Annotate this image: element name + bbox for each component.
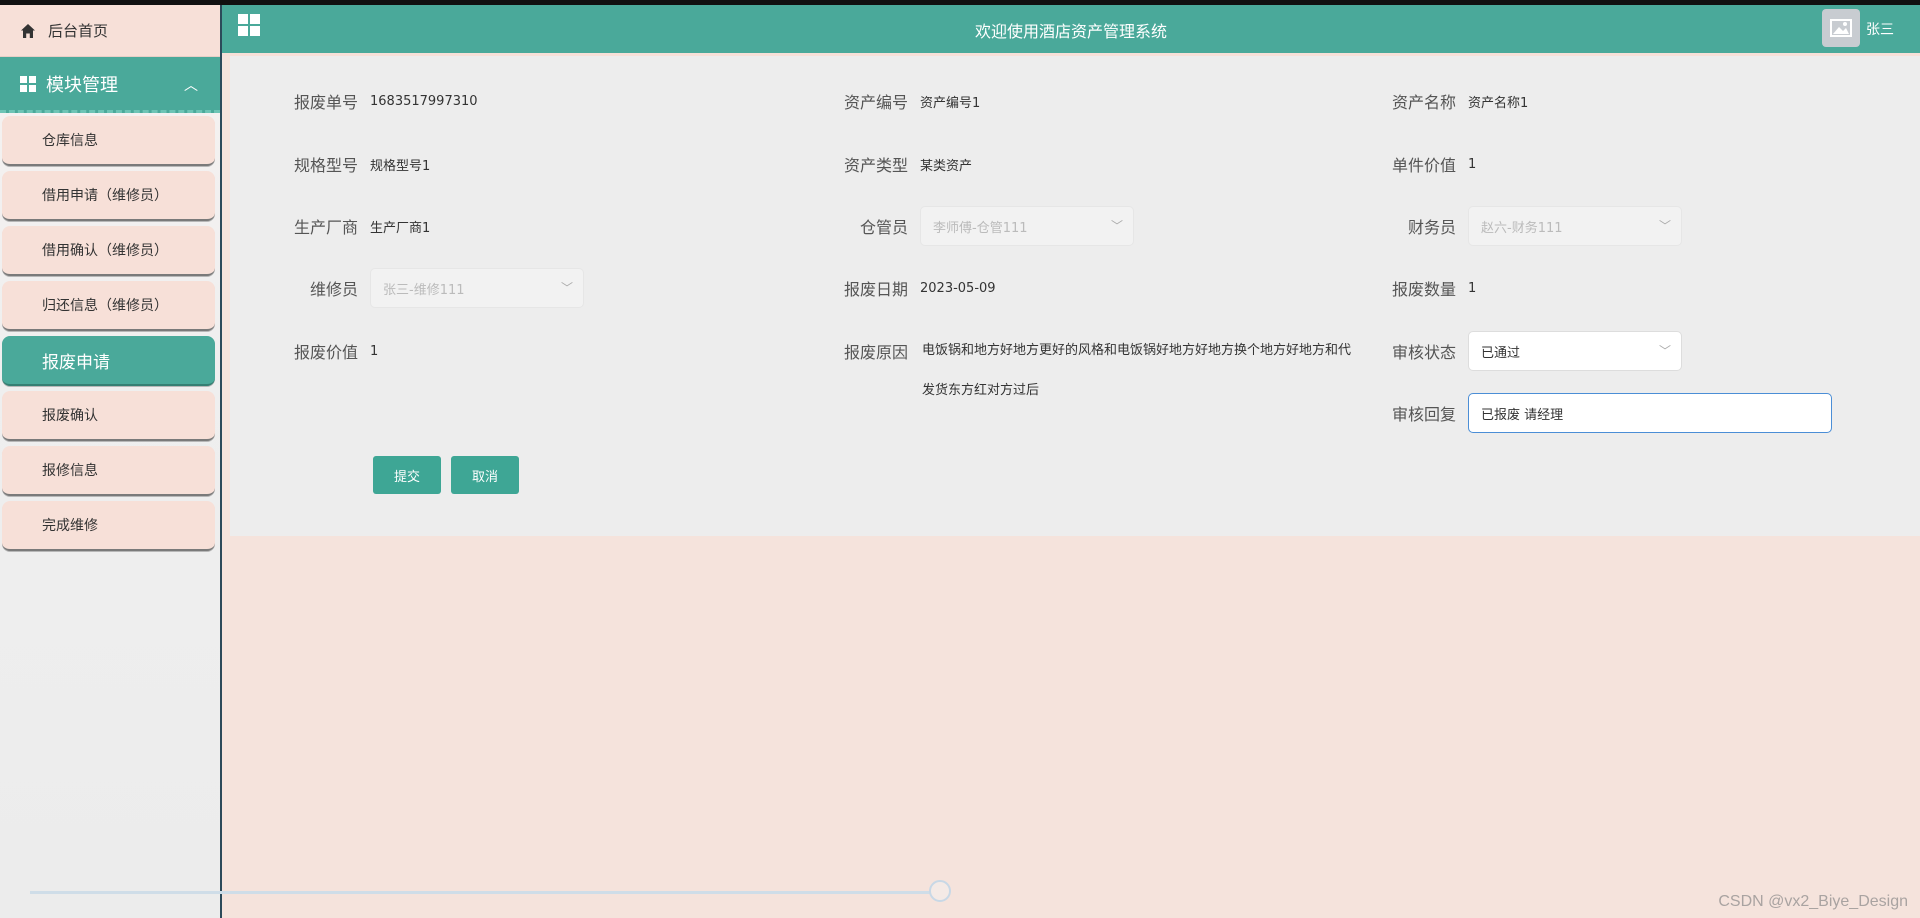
sidebar-item-borrow-apply[interactable]: 借用申请（维修员） [2,171,215,221]
warehouse-keeper-select[interactable]: 李师傅-仓管111 ﹀ [920,206,1134,246]
scrap-no-label: 报废单号 [293,93,358,112]
sidebar-item-label: 仓库信息 [42,133,98,149]
scrap-reason-value: 电饭锅和地方好地方更好的风格和电饭锅好地方好地方换个地方好地方和代发货东方红对方… [922,343,1352,398]
audit-reply-input[interactable]: 已报废 请经理 [1468,393,1832,433]
sidebar-home-label: 后台首页 [48,22,109,40]
sidebar: 后台首页 模块管理 ︿ 仓库信息 借用申请（维修员） 借用确认（维修员） 归还信… [0,5,222,918]
page-title: 欢迎使用酒店资产管理系统 [974,22,1167,41]
field-scrap-qty: 报废数量 1 [1386,268,1476,308]
scrap-value-value: 1 [370,343,379,359]
sidebar-item-label: 报修信息 [42,463,98,479]
sidebar-item-home[interactable]: 后台首页 [0,5,220,57]
field-repairman: 维修员 张三-维修111 ﹀ [288,268,584,308]
sidebar-menu: 仓库信息 借用申请（维修员） 借用确认（维修员） 归还信息（维修员） 报废申请 … [0,113,220,551]
chevron-down-icon: ﹀ [1658,344,1671,358]
sidebar-item-return-info[interactable]: 归还信息（维修员） [2,281,215,331]
sidebar-item-label: 完成维修 [42,518,98,534]
manufacturer-label: 生产厂商 [293,218,358,237]
field-warehouse-keeper: 仓管员 李师傅-仓管111 ﹀ [838,206,1134,246]
sidebar-item-label: 归还信息（维修员） [42,298,168,314]
unit-value-value: 1 [1468,156,1477,172]
submit-button[interactable]: 提交 [373,456,441,494]
module-menu-header[interactable]: 模块管理 ︿ [0,57,220,113]
field-asset-type: 资产类型 某类资产 [838,144,972,184]
chevron-up-icon: ︿ [184,78,198,94]
audit-reply-value: 已报废 请经理 [1481,407,1564,423]
repairman-label: 维修员 [309,280,358,299]
warehouse-keeper-value: 李师傅-仓管111 [933,220,1028,236]
image-icon [1830,19,1852,37]
spec-label: 规格型号 [293,156,358,175]
field-manufacturer: 生产厂商 生产厂商1 [288,206,430,246]
repairman-value: 张三-维修111 [383,282,465,298]
asset-name-label: 资产名称 [1391,93,1456,112]
field-finance: 财务员 赵六-财务111 ﹀ [1386,206,1682,246]
field-asset-name: 资产名称 资产名称1 [1386,81,1528,121]
sidebar-item-label: 借用确认（维修员） [42,243,168,259]
finance-value: 赵六-财务111 [1481,220,1563,236]
audit-reply-label: 审核回复 [1391,405,1456,424]
chevron-down-icon: ﹀ [1658,219,1671,233]
scrap-qty-label: 报废数量 [1391,280,1456,299]
sidebar-item-label: 报废申请 [42,352,110,373]
sidebar-item-scrap-confirm[interactable]: 报废确认 [2,391,215,441]
chevron-down-icon: ﹀ [560,281,573,295]
page-slider-handle[interactable] [929,880,951,902]
home-icon [20,22,38,40]
field-audit-reply: 审核回复 已报废 请经理 [1386,393,1832,433]
warehouse-keeper-label: 仓管员 [859,218,908,237]
watermark: CSDN @vx2_Biye_Design [1718,893,1908,910]
asset-type-label: 资产类型 [843,156,908,175]
sidebar-item-label: 报废确认 [42,408,98,424]
field-scrap-value: 报废价值 1 [288,331,378,371]
asset-no-value: 资产编号1 [920,95,981,111]
chevron-down-icon: ﹀ [1110,219,1123,233]
sidebar-item-borrow-confirm[interactable]: 借用确认（维修员） [2,226,215,276]
field-spec: 规格型号 规格型号1 [288,144,430,184]
username[interactable]: 张三 [1866,19,1894,39]
scrap-reason-label: 报废原因 [843,343,908,362]
field-unit-value: 单件价值 1 [1386,144,1476,184]
asset-name-value: 资产名称1 [1468,95,1529,111]
audit-status-select[interactable]: 已通过 ﹀ [1468,331,1682,371]
audit-status-label: 审核状态 [1391,343,1456,362]
scrap-date-value: 2023-05-09 [920,280,996,296]
unit-value-label: 单件价值 [1391,156,1456,175]
top-header: 欢迎使用酒店资产管理系统 张三 [222,5,1920,53]
scrap-no-value: 1683517997310 [370,93,478,109]
finance-select[interactable]: 赵六-财务111 ﹀ [1468,206,1682,246]
finance-label: 财务员 [1407,218,1456,237]
audit-status-value: 已通过 [1481,345,1521,361]
module-label: 模块管理 [46,74,118,96]
scrap-date-label: 报废日期 [843,280,908,299]
cancel-button[interactable]: 取消 [451,456,519,494]
repairman-select[interactable]: 张三-维修111 ﹀ [370,268,584,308]
sidebar-item-warehouse-info[interactable]: 仓库信息 [2,116,215,166]
spec-value: 规格型号1 [370,158,431,174]
field-audit-status: 审核状态 已通过 ﹀ [1386,331,1682,371]
sidebar-item-label: 借用申请（维修员） [42,188,168,204]
scrap-form-panel: 报废单号 1683517997310 资产编号 资产编号1 资产名称 资产名称1… [230,56,1920,536]
page-slider-track[interactable] [30,891,940,894]
asset-type-value: 某类资产 [920,158,973,174]
grid-icon [20,75,36,92]
manufacturer-value: 生产厂商1 [370,220,431,236]
field-scrap-reason: 报废原因 [838,331,920,371]
avatar[interactable] [1822,9,1860,47]
field-asset-no: 资产编号 资产编号1 [838,81,980,121]
field-scrap-no: 报废单号 1683517997310 [288,81,478,121]
scrap-qty-value: 1 [1468,280,1477,296]
sidebar-item-complete-repair[interactable]: 完成维修 [2,501,215,551]
field-scrap-date: 报废日期 2023-05-09 [838,268,996,308]
scrap-value-label: 报废价值 [293,343,358,362]
sidebar-item-scrap-apply[interactable]: 报废申请 [2,336,215,386]
asset-no-label: 资产编号 [843,93,908,112]
sidebar-item-repair-info[interactable]: 报修信息 [2,446,215,496]
